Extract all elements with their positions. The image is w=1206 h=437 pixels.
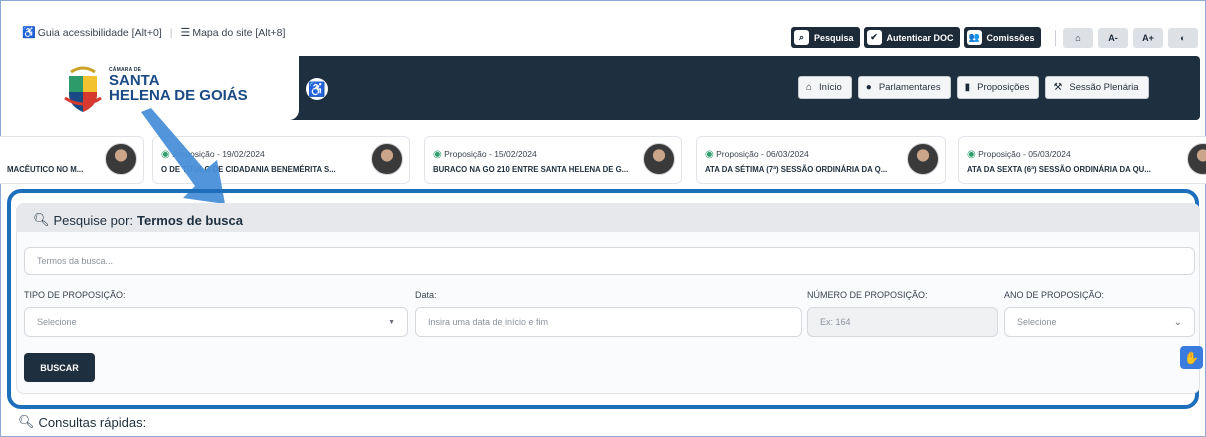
search-icon: ⌕ (794, 30, 809, 45)
nav-proposicoes[interactable]: ▮ Proposições (956, 76, 1040, 99)
carousel-card[interactable]: ◉ Proposição - 15/02/2024 BURACO NA GO 2… (424, 136, 682, 184)
carousel-card[interactable]: MACÊUTICO NO M... (0, 136, 144, 184)
avatar (907, 143, 939, 175)
logo-text: CÂMARA DE SANTA HELENA DE GOIÁS (109, 67, 248, 103)
toolbar-divider (1055, 30, 1056, 46)
accessibility-guide-link[interactable]: ♿ Guia acessibilidade [Alt+0] (22, 26, 162, 39)
card-date: ◉ Proposição - 06/03/2024 (705, 149, 809, 160)
proposition-number-input[interactable]: Ex: 164 (807, 307, 998, 337)
carousel-card[interactable]: ◉ Proposição - 05/03/2024 ATA DA SEXTA (… (958, 136, 1206, 184)
nav-sessao-plenaria-label: Sessão Plenária (1069, 82, 1139, 93)
search-title-prefix: Pesquise por: (53, 212, 134, 228)
location-pin-icon: ◉ (433, 149, 442, 160)
date-range-placeholder: Insira uma data de início e fim (428, 317, 549, 327)
proposition-type-select[interactable]: Selecione ▼ (24, 307, 408, 337)
document-icon: ▮ (964, 82, 971, 93)
card-date-text: Proposição - 06/03/2024 (716, 149, 809, 159)
sitemap-icon: ☰ (180, 27, 191, 39)
date-label: Data: (415, 290, 437, 300)
sitemap-link[interactable]: ☰ Mapa do site [Alt+8] (180, 26, 285, 39)
top-buttons: ⌕ Pesquisa ✔ Autenticar DOC 👥 Comissões (791, 27, 1041, 48)
logo-line2: HELENA DE GOIÁS (109, 87, 248, 104)
chevron-down-icon: ⌄ (1173, 316, 1182, 328)
date-range-input[interactable]: Insira uma data de início e fim (415, 307, 802, 337)
contrast-toggle-button[interactable]: ◐ (1168, 28, 1198, 48)
main-nav: ⌂ Início ● Parlamentares ▮ Proposições ⚒ Ses… (798, 76, 1149, 99)
sitemap-label: Mapa do site [Alt+8] (192, 27, 286, 39)
crest-logo-icon (64, 66, 102, 112)
font-tools: ⌂ A- A+ ◐ (1063, 28, 1198, 48)
group-icon: 👥 (966, 30, 982, 45)
authenticate-doc-button[interactable]: ✔ Autenticar DOC (863, 27, 960, 48)
proposition-type-label: TIPO DE PROPOSIÇÃO: (24, 290, 126, 300)
accessibility-icon: ♿ (22, 27, 36, 39)
accessibility-guide-label: Guia acessibilidade [Alt+0] (37, 27, 162, 39)
proposition-number-label: NÚMERO DE PROPOSIÇÃO: (807, 290, 928, 300)
authenticate-doc-label: Autenticar DOC (886, 32, 954, 43)
proposition-year-value: Selecione (1017, 317, 1057, 327)
carousel-card[interactable]: ◉ Proposição - 06/03/2024 ATA DA SÉTIMA … (696, 136, 946, 184)
search-submit-button[interactable]: BUSCAR (24, 353, 95, 382)
proposition-number-placeholder: Ex: 164 (820, 317, 851, 327)
avatar (1187, 143, 1206, 175)
card-date: ◉ Proposição - 15/02/2024 (433, 149, 537, 160)
quick-queries-label: Consultas rápidas: (38, 414, 147, 430)
home-icon: ⌂ (1075, 33, 1081, 43)
card-title: ATA DA SEXTA (6ª) SESSÃO ORDINÁRIA DA QU… (967, 165, 1151, 174)
logo-line1: SANTA (109, 72, 160, 89)
home-icon: ⌂ (806, 82, 813, 93)
search-button[interactable]: ⌕ Pesquisa (791, 27, 860, 48)
font-increase-button[interactable]: A+ (1133, 28, 1163, 48)
proposition-type-value: Selecione (37, 317, 77, 327)
card-title: ATA DA SÉTIMA (7ª) SESSÃO ORDINÁRIA DA Q… (705, 165, 888, 174)
gavel-icon: ⚒ (1053, 82, 1063, 93)
card-date-text: Proposição - 05/03/2024 (978, 149, 1071, 159)
nav-inicio[interactable]: ⌂ Início (798, 76, 852, 99)
nav-inicio-label: Início (819, 82, 842, 93)
avatar (643, 143, 675, 175)
proposition-year-label: ANO DE PROPOSIÇÃO: (1004, 290, 1105, 300)
accessibility-toggle-button[interactable]: ♿ (306, 78, 328, 100)
location-pin-icon: ◉ (967, 149, 976, 160)
font-decrease-button[interactable]: A- (1098, 28, 1128, 48)
contrast-icon: ◐ (1180, 33, 1186, 43)
card-date-text: Proposição - 15/02/2024 (444, 149, 537, 159)
avatar (371, 143, 403, 175)
proposition-year-select[interactable]: Selecione ⌄ (1004, 307, 1195, 337)
accessibility-links: ♿ Guia acessibilidade [Alt+0] | ☰ Mapa do … (22, 26, 285, 40)
search-button-label: Pesquisa (814, 32, 854, 43)
quick-queries-heading: 🔍︎ Consultas rápidas: (18, 414, 146, 430)
search-terms-placeholder: Termos da busca... (37, 256, 114, 266)
magnifier-icon: 🔍︎ (18, 414, 35, 429)
link-separator: | (169, 26, 173, 39)
card-title: MACÊUTICO NO M... (7, 165, 84, 174)
check-circle-icon: ✔ (866, 30, 882, 45)
dropdown-arrow-icon: ▼ (388, 318, 395, 326)
search-terms-input[interactable]: Termos da busca... (24, 247, 1195, 275)
card-date: ◉ Proposição - 05/03/2024 (967, 149, 1071, 160)
sign-language-widget-icon[interactable]: ✋ (1180, 346, 1203, 369)
search-panel-title: 🔍︎ Pesquise por: Termos de busca (33, 212, 243, 228)
card-title: BURACO NA GO 210 ENTRE SANTA HELENA DE G… (433, 165, 629, 174)
magnifier-icon: 🔍︎ (33, 212, 50, 227)
commissions-label: Comissões (986, 32, 1035, 43)
nav-parlamentares[interactable]: ● Parlamentares (857, 76, 951, 99)
home-shortcut-button[interactable]: ⌂ (1063, 28, 1093, 48)
nav-parlamentares-label: Parlamentares (878, 82, 941, 93)
nav-proposicoes-label: Proposições (977, 82, 1030, 93)
location-pin-icon: ◉ (705, 149, 714, 160)
top-bar: ♿ Guia acessibilidade [Alt+0] | ☰ Mapa do … (0, 10, 1206, 58)
nav-sessao-plenaria[interactable]: ⚒ Sessão Plenária (1045, 76, 1149, 99)
search-title-bold: Termos de busca (137, 212, 243, 228)
user-icon: ● (865, 82, 872, 93)
commissions-button[interactable]: 👥 Comissões (963, 27, 1041, 48)
